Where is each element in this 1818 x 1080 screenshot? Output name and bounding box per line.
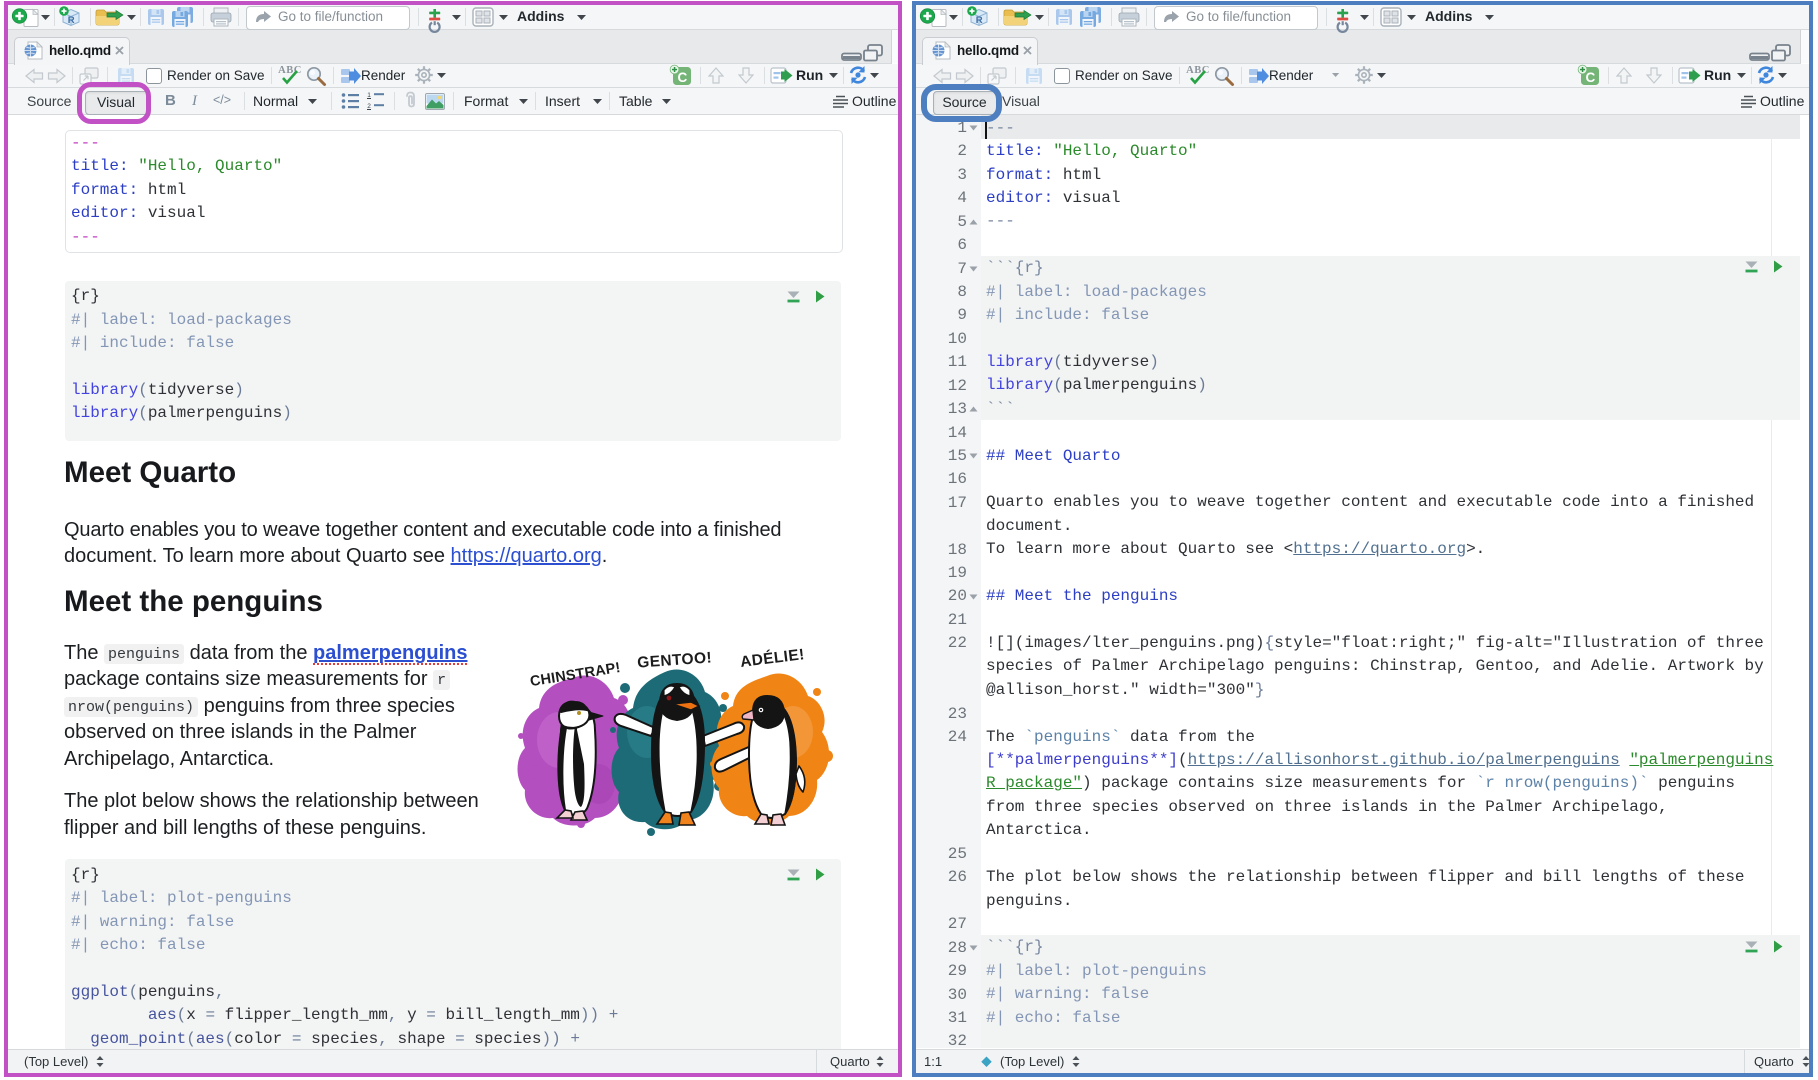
svg-text:R: R [976, 15, 983, 26]
svg-text:2: 2 [367, 103, 371, 110]
svg-text:C: C [678, 70, 688, 85]
svg-text:GENTOO!: GENTOO! [637, 649, 713, 671]
svg-text:ABC: ABC [1186, 65, 1210, 76]
svg-text:ADÉLIE!: ADÉLIE! [739, 646, 805, 671]
svg-text:C: C [1586, 70, 1596, 85]
svg-text:R: R [68, 15, 75, 26]
svg-text:ABC: ABC [278, 65, 302, 76]
svg-text:1: 1 [367, 92, 371, 99]
